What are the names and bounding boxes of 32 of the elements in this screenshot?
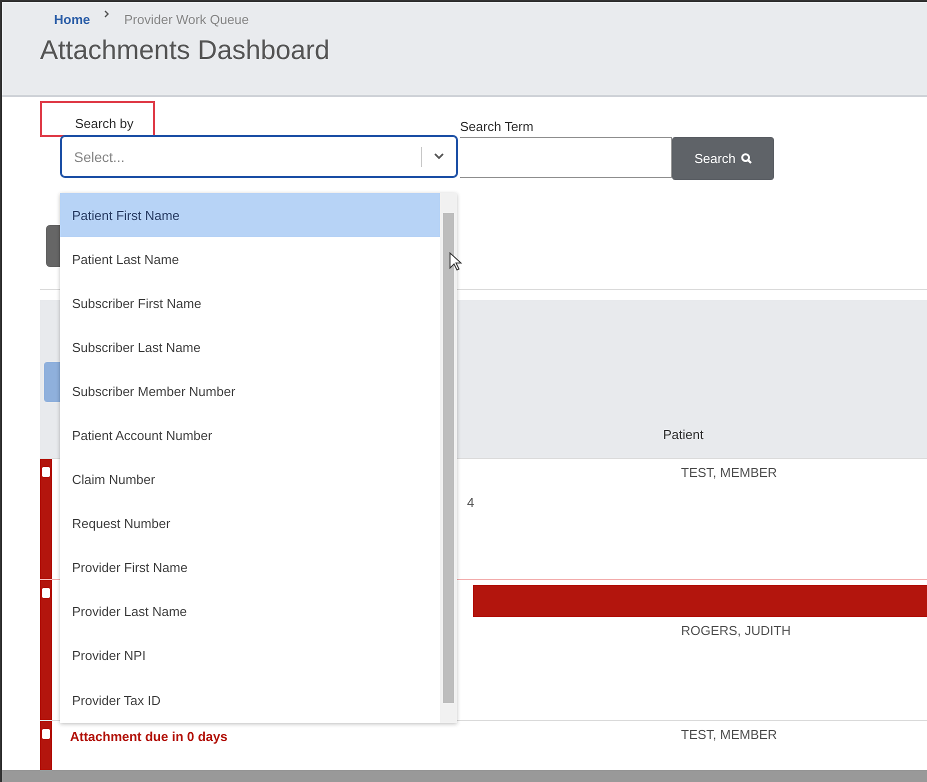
row-checkbox[interactable] xyxy=(42,729,50,739)
page-title: Attachments Dashboard xyxy=(40,35,331,66)
dropdown-option[interactable]: Subscriber Member Number xyxy=(60,369,440,414)
dropdown-option[interactable]: Provider Last Name xyxy=(60,590,440,634)
table-cell-text: TEST, MEMBER xyxy=(680,464,778,480)
table-cell: 4 xyxy=(467,495,473,510)
dropdown-option[interactable]: Patient Last Name xyxy=(60,237,440,282)
row-checkbox[interactable] xyxy=(42,588,50,598)
breadcrumb-link[interactable]: Home xyxy=(54,12,90,27)
search-by-label: Search by xyxy=(75,116,134,131)
mouse-pointer-icon xyxy=(449,252,463,272)
search-icon xyxy=(740,153,752,164)
dropdown-option[interactable]: Provider Tax ID xyxy=(60,678,440,722)
dropdown-option[interactable]: Subscriber First Name xyxy=(60,281,440,326)
dropdown-option[interactable]: Subscriber Last Name xyxy=(60,325,440,370)
chevron-icon xyxy=(104,10,110,18)
search-button[interactable]: Search xyxy=(672,137,774,180)
alert-text: Attachment due in 0 days xyxy=(70,729,228,744)
table-cell-text: TEST, MEMBER xyxy=(680,726,778,742)
row-checkbox[interactable] xyxy=(42,467,50,477)
dropdown-option[interactable]: Provider NPI xyxy=(60,634,440,678)
chevron-down-icon xyxy=(434,153,444,160)
search-by-select[interactable]: Select... xyxy=(60,135,458,178)
dropdown-option[interactable]: Patient First Name xyxy=(60,193,440,238)
dropdown-option[interactable]: Request Number xyxy=(60,502,440,546)
dropdown-option[interactable]: Provider First Name xyxy=(60,546,440,590)
breadcrumb-current: Provider Work Queue xyxy=(124,12,249,27)
search-term-label: Search Term xyxy=(460,119,534,136)
table-cell-text: ROGERS, JUDITH xyxy=(680,622,792,638)
column-header: Patient xyxy=(663,427,704,442)
dropdown-option[interactable]: Patient Account Number xyxy=(60,413,440,458)
dropdown-option[interactable]: Claim Number xyxy=(60,458,440,502)
